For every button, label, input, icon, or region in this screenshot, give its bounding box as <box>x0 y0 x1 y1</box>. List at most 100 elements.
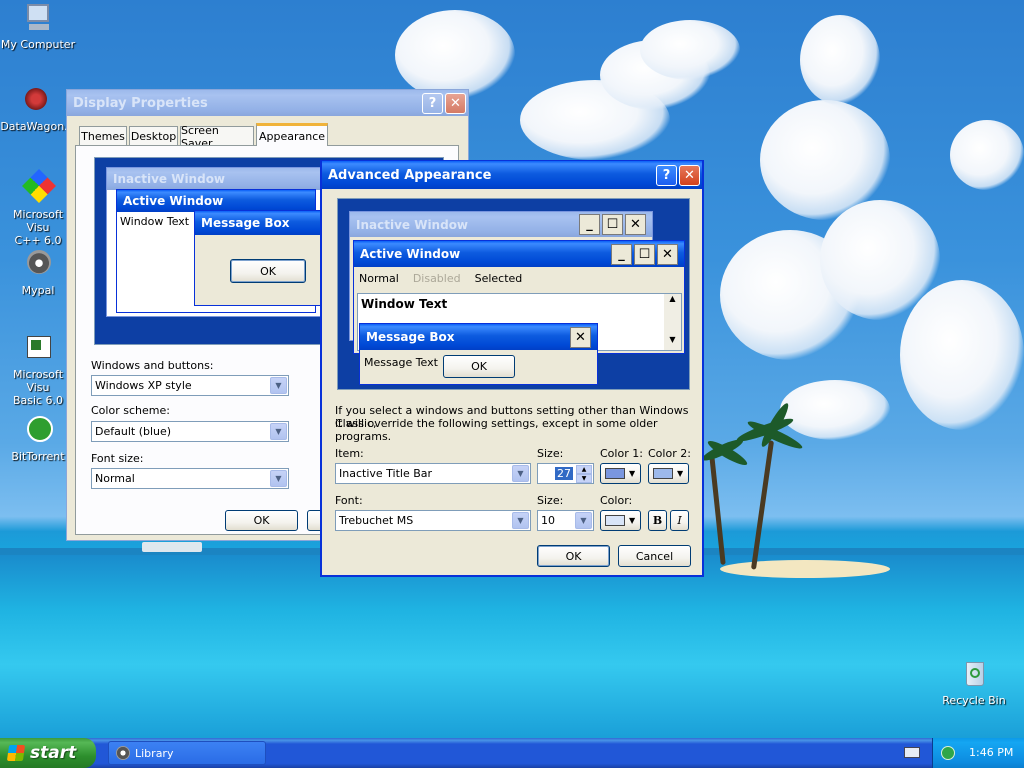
italic-button[interactable]: I <box>670 510 689 531</box>
preview-menu-bar: Normal Disabled Selected <box>354 267 684 289</box>
computer-icon <box>21 2 55 36</box>
font-size-label: Font size: <box>91 452 144 465</box>
maximize-icon: ☐ <box>634 243 655 265</box>
help-button[interactable]: ? <box>422 92 443 114</box>
font-label: Font: <box>335 494 363 507</box>
start-button[interactable]: start <box>0 738 96 768</box>
mypal-icon <box>21 248 55 282</box>
taskbar: start Library 1:46 PM <box>0 738 1024 768</box>
desktop-icon-my-computer[interactable]: My Computer <box>0 2 76 51</box>
color-scheme-select[interactable]: Default (blue) ▼ <box>91 421 289 442</box>
mypal-icon <box>116 746 130 760</box>
visual-basic-icon <box>21 332 55 366</box>
window-title: Advanced Appearance <box>328 167 492 183</box>
advanced-preview: Inactive Window _ ☐ ✕ Active Window _ ☐ … <box>337 198 690 390</box>
color1-label: Color 1: <box>600 447 643 460</box>
chevron-down-icon: ▼ <box>512 465 529 482</box>
desktop-icon-label: C++ 6.0 <box>14 234 62 247</box>
tab-desktop[interactable]: Desktop <box>129 126 178 146</box>
size-spinner[interactable]: 27 ▲ ▼ <box>537 463 594 484</box>
desktop-icon-bittorrent[interactable]: BitTorrent <box>0 414 76 463</box>
minimize-icon: _ <box>579 214 600 235</box>
preview-message-text: Message Text <box>364 356 438 369</box>
datawagon-icon <box>17 84 51 118</box>
chevron-down-icon: ▼ <box>629 516 636 525</box>
taskbar-item-library[interactable]: Library <box>108 741 266 765</box>
font-size-select[interactable]: 10 ▼ <box>537 510 594 531</box>
size-label: Size: <box>537 447 564 460</box>
color1-swatch <box>605 468 625 479</box>
cancel-button[interactable]: Cancel <box>618 545 691 567</box>
item-label: Item: <box>335 447 364 460</box>
font-select[interactable]: Trebuchet MS ▼ <box>335 510 531 531</box>
desktop-icon-recycle-bin[interactable]: Recycle Bin <box>936 658 1012 707</box>
desktop-icon-mypal[interactable]: Mypal <box>0 248 76 297</box>
font-size-label: Size: <box>537 494 564 507</box>
color2-label: Color 2: <box>648 447 691 460</box>
windows-buttons-select[interactable]: Windows XP style ▼ <box>91 375 289 396</box>
spinner-down-icon[interactable]: ▼ <box>576 474 592 483</box>
network-icon[interactable] <box>941 746 955 760</box>
bittorrent-icon <box>21 414 55 448</box>
close-button[interactable]: ✕ <box>679 164 700 186</box>
desktop-icon-label: Microsoft Visu <box>12 208 64 234</box>
chevron-down-icon: ▼ <box>629 469 636 478</box>
display-properties-titlebar[interactable]: Display Properties ? ✕ <box>67 90 468 116</box>
tab-themes[interactable]: Themes <box>79 126 127 146</box>
info-text-line2: it will override the following settings,… <box>335 417 658 443</box>
scroll-up-icon: ▲ <box>669 294 676 303</box>
chevron-down-icon: ▼ <box>512 512 529 529</box>
font-color-label: Color: <box>600 494 633 507</box>
chevron-down-icon: ▼ <box>575 512 592 529</box>
color1-picker[interactable]: ▼ <box>600 463 641 484</box>
chevron-down-icon: ▼ <box>677 469 684 478</box>
sea <box>0 555 1024 738</box>
preview-menu-selected: Selected <box>474 271 523 285</box>
window-title: Display Properties <box>73 95 208 111</box>
desktop-icon-label: My Computer <box>0 38 76 51</box>
preview-ok-button: OK <box>230 259 306 283</box>
preview-menu-normal: Normal <box>359 271 399 285</box>
desktop-icon-label: Recycle Bin <box>942 694 1006 707</box>
help-button[interactable]: ? <box>656 164 677 186</box>
close-icon: ✕ <box>657 243 678 265</box>
tab-screen-saver[interactable]: Screen Saver <box>180 124 254 150</box>
keyboard-icon[interactable] <box>904 747 920 758</box>
preview-active-titlebar: Active Window _ ☐ ✕ <box>354 241 684 267</box>
recycle-bin-icon <box>957 658 991 692</box>
font-color-picker[interactable]: ▼ <box>600 510 641 531</box>
spinner-up-icon[interactable]: ▲ <box>576 465 592 474</box>
desktop-icon-label: Basic 6.0 <box>12 394 64 407</box>
desktop-icon-label: BitTorrent <box>11 450 65 463</box>
island <box>720 560 890 578</box>
color-scheme-label: Color scheme: <box>91 404 170 417</box>
spinner-arrows[interactable]: ▲ ▼ <box>576 465 592 483</box>
desktop-icon-datawagon[interactable]: DataWagon. <box>0 84 72 133</box>
font-size-select[interactable]: Normal ▼ <box>91 468 289 489</box>
clock[interactable]: 1:46 PM <box>969 746 1013 759</box>
item-select[interactable]: Inactive Title Bar ▼ <box>335 463 531 484</box>
ok-button[interactable]: OK <box>225 510 298 531</box>
preview-scrollbar: ▲ ▼ <box>664 294 681 350</box>
desktop-icon-label: Mypal <box>21 284 55 297</box>
scroll-down-icon: ▼ <box>669 335 676 344</box>
desktop-icon-visual-basic[interactable]: Microsoft Visu Basic 6.0 <box>0 332 76 407</box>
preview-ok-button: OK <box>443 355 515 378</box>
advanced-appearance-titlebar[interactable]: Advanced Appearance ? ✕ <box>322 161 702 189</box>
ok-button[interactable]: OK <box>537 545 610 567</box>
font-color-swatch <box>605 515 625 526</box>
desktop-icon-label: DataWagon. <box>0 120 68 133</box>
maximize-icon: ☐ <box>602 214 623 235</box>
chevron-down-icon: ▼ <box>270 377 287 394</box>
chevron-down-icon: ▼ <box>270 423 287 440</box>
close-button[interactable]: ✕ <box>445 92 466 114</box>
close-icon: ✕ <box>684 167 695 183</box>
system-tray: 1:46 PM <box>932 738 1024 768</box>
preview-active-titlebar: Active Window <box>117 190 315 212</box>
tab-appearance[interactable]: Appearance <box>256 123 328 146</box>
preview-message-box-titlebar: Message Box <box>195 211 323 235</box>
desktop-icon-visual-cpp[interactable]: Microsoft Visu C++ 6.0 <box>0 169 76 247</box>
bold-button[interactable]: B <box>648 510 667 531</box>
preview-window-text: Window Text <box>361 297 448 311</box>
color2-picker[interactable]: ▼ <box>648 463 689 484</box>
